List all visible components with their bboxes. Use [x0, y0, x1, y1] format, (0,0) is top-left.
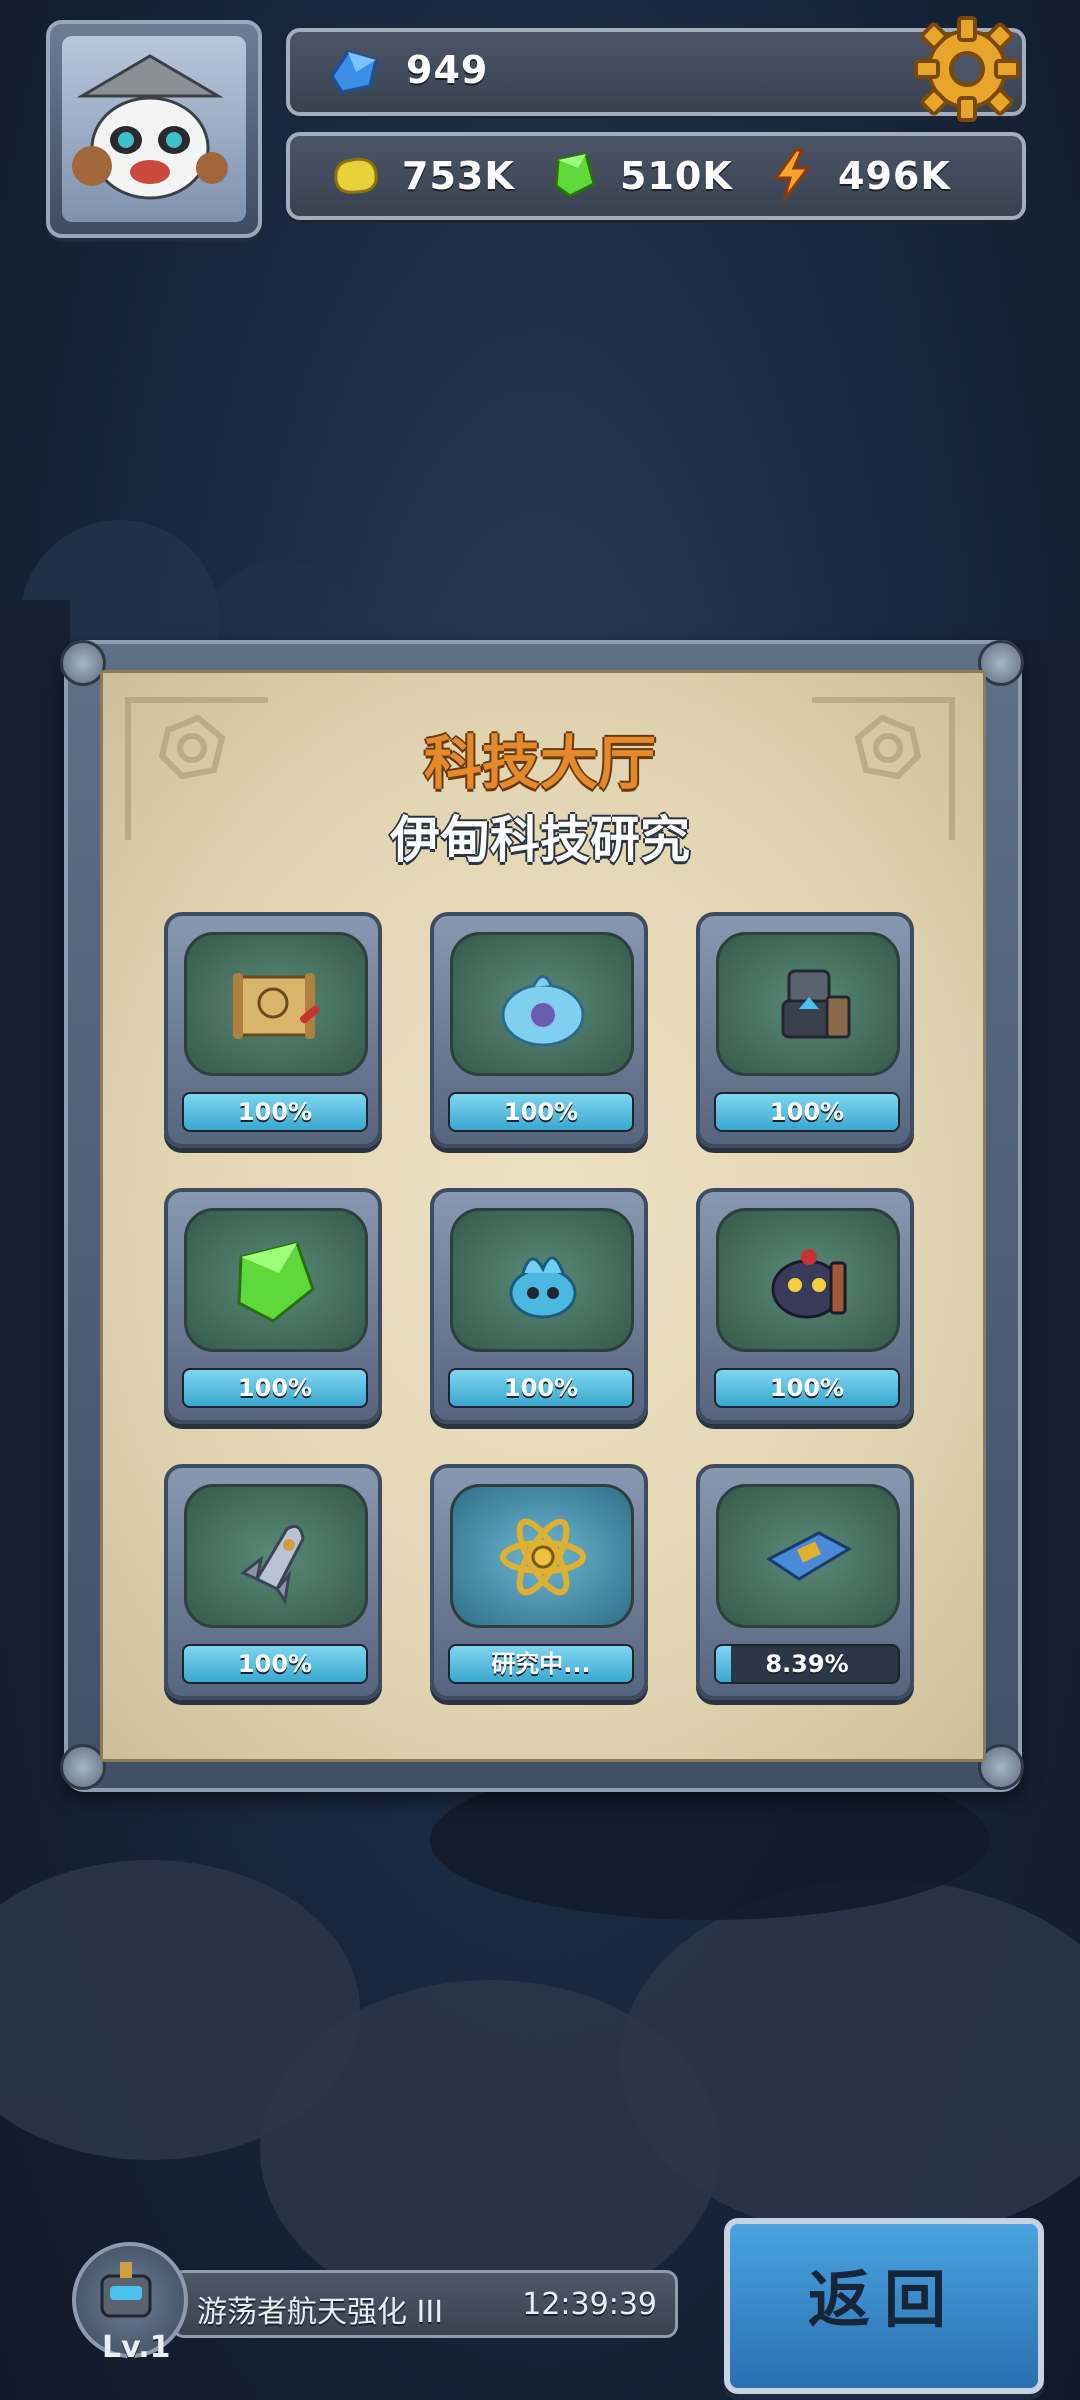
- gold-count: 753K: [402, 154, 515, 198]
- progress-bar: 8.39%: [714, 1644, 900, 1684]
- return-button[interactable]: 返回: [724, 2218, 1044, 2394]
- tech-tile-researching[interactable]: 研究中...: [430, 1464, 648, 1700]
- energy-bolt-icon: [773, 148, 811, 201]
- tech-tile[interactable]: 100%: [430, 1188, 648, 1424]
- progress-bar: 100%: [182, 1092, 368, 1132]
- gems-count: 949: [406, 48, 489, 92]
- research-status-label: 研究中...: [491, 1650, 591, 1678]
- dark-beast-icon: [771, 1249, 847, 1319]
- green-crystal-icon: [237, 1241, 315, 1323]
- spaceship-icon: [240, 1525, 305, 1605]
- player-avatar[interactable]: [46, 20, 262, 238]
- panel-title: 科技大厅: [423, 729, 656, 797]
- panel-subtitle: 伊甸科技研究: [390, 811, 690, 869]
- progress-bar: 100%: [448, 1092, 634, 1132]
- progress-label: 100%: [503, 1098, 579, 1126]
- map-scroll-icon: [233, 973, 320, 1039]
- progress-bar: 100%: [714, 1092, 900, 1132]
- task-timer: 12:39:39: [522, 2287, 657, 2322]
- energy-count: 496K: [838, 154, 951, 198]
- progress-bar: 100%: [182, 1368, 368, 1408]
- green-crystal-icon: [554, 152, 596, 198]
- progress-label: 100%: [503, 1374, 579, 1402]
- resources-bar: 753K 510K 496K: [286, 132, 1026, 220]
- gold-ore-icon: [334, 157, 378, 194]
- tech-tile[interactable]: 100%: [430, 912, 648, 1148]
- tech-tile[interactable]: 100%: [164, 1464, 382, 1700]
- progress-bar: 100%: [182, 1644, 368, 1684]
- progress-label: 100%: [769, 1098, 845, 1126]
- progress-label: 8.39%: [765, 1650, 849, 1678]
- chip-card-icon: [766, 1531, 853, 1581]
- tech-tile[interactable]: 100%: [696, 912, 914, 1148]
- progress-bar: 100%: [448, 1368, 634, 1408]
- progress-label: 100%: [237, 1650, 313, 1678]
- tech-tile[interactable]: 100%: [164, 1188, 382, 1424]
- level-label: Lv.1: [102, 2330, 171, 2365]
- progress-label: 100%: [237, 1098, 313, 1126]
- tech-tile[interactable]: 100%: [696, 1188, 914, 1424]
- atom-icon: [500, 1518, 586, 1596]
- blue-creature-icon: [509, 1256, 577, 1319]
- blue-slime-icon: [501, 975, 585, 1047]
- progress-label: 100%: [237, 1374, 313, 1402]
- progress-bar: 100%: [714, 1368, 900, 1408]
- tech-tile[interactable]: 8.39%: [696, 1464, 914, 1700]
- blue-gem-icon: [330, 50, 378, 94]
- green-crystal-count: 510K: [620, 154, 733, 198]
- return-label: 返回: [807, 2263, 960, 2336]
- panda-avatar-icon: [62, 36, 246, 222]
- gear-icon[interactable]: [912, 14, 1022, 124]
- tech-tile[interactable]: 100%: [164, 912, 382, 1148]
- progress-bar: 研究中...: [448, 1644, 634, 1684]
- research-task-bar[interactable]: 游荡者航天强化 III 12:39:39: [172, 2270, 678, 2338]
- progress-label: 100%: [769, 1374, 845, 1402]
- robot-armor-icon: [781, 969, 851, 1039]
- task-name: 游荡者航天强化 III: [197, 2295, 444, 2330]
